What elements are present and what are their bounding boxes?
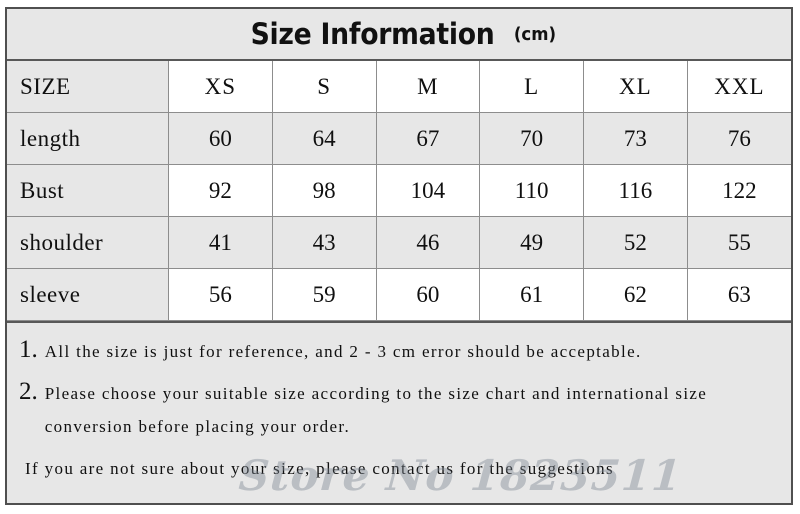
row-label-shoulder: shoulder [7,216,169,269]
cell-shoulder-xl: 52 [583,216,688,269]
row-label-length: length [7,112,169,165]
cell-length-xxl: 76 [686,112,791,165]
table-row: length 60 64 67 70 73 76 [7,112,791,165]
cell-shoulder-xs: 41 [168,216,273,269]
table-row: Bust 92 98 104 110 116 122 [7,164,791,217]
notes-section: 1. All the size is just for reference, a… [7,321,791,503]
size-chart-container: Size Information (cm) SIZE XS S M L XL X… [5,7,793,505]
note-item-1: 1. All the size is just for reference, a… [19,335,781,368]
cell-sleeve-xxl: 63 [686,268,791,321]
note-1-number: 1. [19,336,38,363]
note-2-number: 2. [19,378,38,406]
header-cell-m: M [375,61,481,113]
cell-bust-xl: 116 [583,164,688,217]
cell-sleeve-xl: 62 [583,268,688,321]
header-cell-xs: XS [168,61,273,113]
cell-sleeve-xs: 56 [168,268,273,321]
cell-length-m: 67 [375,112,481,165]
cell-length-xl: 73 [583,112,688,165]
header-cell-l: L [479,61,584,113]
cell-length-xs: 60 [168,112,273,165]
cell-shoulder-l: 49 [479,216,584,269]
row-label-sleeve: sleeve [7,268,169,321]
page-title: Size Information [250,17,495,51]
cell-bust-xs: 92 [168,164,273,217]
table-header-row: SIZE XS S M L XL XXL [7,61,791,113]
cell-shoulder-xxl: 55 [686,216,791,269]
header-cell-size: SIZE [7,61,169,113]
cell-bust-s: 98 [271,164,377,217]
table-row: shoulder 41 43 46 49 52 55 [7,216,791,269]
cell-shoulder-m: 46 [375,216,481,269]
note-item-2: 2. Please choose your suitable size acco… [19,377,781,443]
header-cell-s: S [271,61,377,113]
cell-length-l: 70 [479,112,584,165]
cell-bust-xxl: 122 [686,164,791,217]
cell-sleeve-l: 61 [479,268,584,321]
row-label-bust: Bust [7,164,169,217]
cell-bust-m: 104 [375,164,481,217]
cell-length-s: 64 [271,112,377,165]
header-cell-xxl: XXL [686,61,791,113]
size-information-table: SIZE XS S M L XL XXL length 60 64 67 70 … [7,61,791,321]
size-table-body: SIZE XS S M L XL XXL length 60 64 67 70 … [7,61,791,321]
cell-shoulder-s: 43 [271,216,377,269]
chart-title-bar: Size Information (cm) [7,9,791,61]
header-cell-xl: XL [583,61,688,113]
title-unit-label: (cm) [513,23,557,45]
note-item-3: If you are not sure about your size, ple… [25,459,614,479]
note-2-text: Please choose your suitable size accordi… [44,384,708,437]
cell-sleeve-m: 60 [375,268,481,321]
note-1-text: All the size is just for reference, and … [44,342,642,361]
table-row: sleeve 56 59 60 61 62 63 [7,268,791,321]
cell-bust-l: 110 [479,164,584,217]
cell-sleeve-s: 59 [271,268,377,321]
